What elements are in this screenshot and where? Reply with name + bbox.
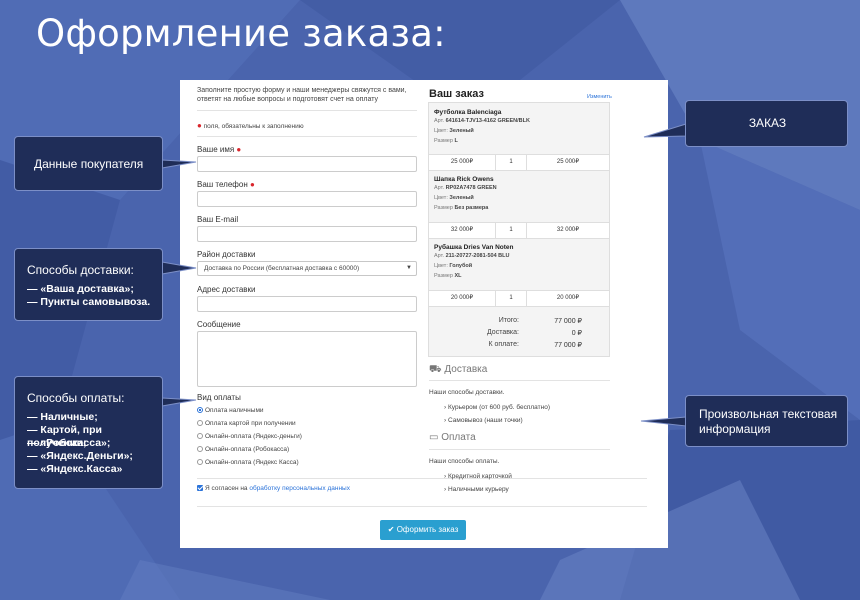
- callout-payment-line: — «Яндекс.Касса»: [27, 463, 123, 475]
- callout-delivery-line: — «Ваша доставка»;: [27, 283, 134, 295]
- callout-buyer-text: Данные покупателя: [34, 157, 144, 171]
- callout-payment-title: Способы оплаты:: [27, 391, 125, 405]
- payment-arrow: [161, 397, 197, 407]
- delivery-arrow: [161, 261, 197, 275]
- callout-delivery-title: Способы доставки:: [27, 263, 134, 277]
- order-arrow: [643, 123, 687, 138]
- callout-delivery: Способы доставки: — «Ваша доставка»; — П…: [14, 248, 163, 321]
- info-arrow: [640, 416, 687, 427]
- callout-info-text: Произвольная текстовая информация: [699, 407, 838, 436]
- callout-info: Произвольная текстовая информация: [685, 395, 848, 447]
- callout-payment-line: — «Яндекс.Деньги»;: [27, 450, 133, 462]
- callout-payment-line: — Наличные;: [27, 411, 98, 423]
- callout-order: ЗАКАЗ: [685, 100, 848, 147]
- callout-order-text: ЗАКАЗ: [748, 116, 787, 130]
- callout-delivery-line: — Пункты самовывоза.: [27, 296, 151, 308]
- callout-payment-line: — «Робокасса»;: [27, 437, 111, 449]
- callout-buyer: Данные покупателя: [14, 136, 163, 191]
- callout-payment: Способы оплаты: — Наличные; — Картой, пр…: [14, 376, 163, 489]
- buyer-arrow: [161, 159, 197, 169]
